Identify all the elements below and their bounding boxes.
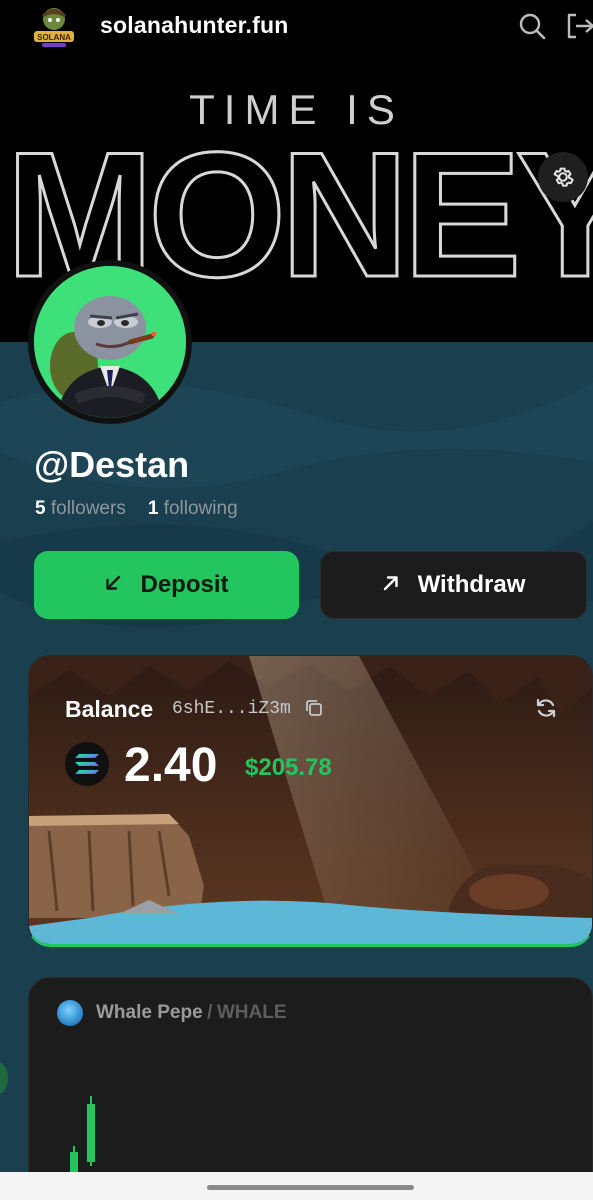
site-logo[interactable]: SOLANA (28, 3, 80, 49)
following-label: following (163, 498, 238, 519)
balance-amount: 2.40 (124, 739, 218, 792)
token-avatar (57, 1000, 83, 1026)
wallet-address[interactable]: 6shE...iZ3m (172, 699, 291, 719)
home-indicator[interactable] (207, 1185, 414, 1190)
side-indicator (0, 1062, 8, 1094)
arrow-down-left-icon (104, 572, 122, 598)
chart-candle-wick (90, 1096, 92, 1166)
svg-text:SOLANA: SOLANA (37, 33, 71, 42)
followers-label: followers (50, 498, 126, 519)
chart-candle-wick (73, 1146, 75, 1154)
balance-usd: $205.78 (245, 754, 332, 781)
token-title: Whale Pepe / WHALE (96, 1002, 287, 1024)
withdraw-label: Withdraw (417, 571, 526, 598)
avatar[interactable] (28, 260, 192, 424)
followers-link[interactable]: 5 followers (35, 498, 126, 519)
logout-icon[interactable] (564, 10, 593, 42)
balance-label: Balance (65, 696, 154, 722)
avatar-image (34, 266, 186, 418)
following-link[interactable]: 1 following (148, 498, 238, 519)
token-name: Whale Pepe (96, 1002, 203, 1023)
top-bar: SOLANA solanahunter.fun (0, 0, 593, 52)
username: @Destan (34, 444, 190, 485)
refresh-icon[interactable] (534, 696, 558, 725)
withdraw-button[interactable]: Withdraw (320, 551, 587, 619)
copy-icon[interactable] (304, 698, 324, 723)
gear-icon[interactable] (538, 152, 588, 202)
search-icon[interactable] (516, 10, 548, 42)
token-symbol: WHALE (216, 1002, 287, 1023)
deposit-label: Deposit (140, 571, 229, 598)
deposit-button[interactable]: Deposit (34, 551, 299, 619)
followers-count: 5 (35, 498, 46, 519)
site-name[interactable]: solanahunter.fun (100, 12, 289, 39)
token-separator: / (207, 1002, 213, 1023)
following-count: 1 (147, 498, 159, 519)
follow-stats: 5 followers 1 following (35, 498, 238, 520)
arrow-up-right-icon (382, 572, 400, 598)
solana-icon (65, 742, 109, 786)
balance-card: Balance 6shE...iZ3m 2.40 $205.78 (28, 655, 593, 947)
token-card[interactable]: Whale Pepe / WHALE (28, 977, 593, 1187)
